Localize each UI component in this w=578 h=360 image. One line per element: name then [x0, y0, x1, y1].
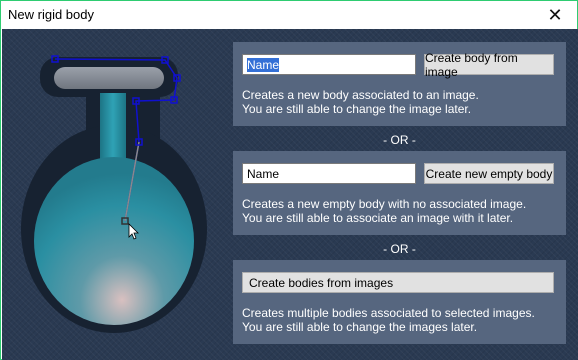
description-line: You are still able to change the images … — [242, 320, 478, 334]
create-body-from-image-button[interactable]: Create body from image — [424, 51, 554, 79]
image-preview — [2, 29, 232, 360]
description-line: Creates multiple bodies associated to se… — [242, 306, 535, 320]
create-empty-body-panel: Name Create new empty body Creates a new… — [233, 151, 566, 235]
title-bar: New rigid body ✕ — [1, 1, 577, 29]
dialog-window: New rigid body ✕ Name Create body from i… — [0, 0, 578, 360]
dialog-content: Name Create body from image Creates a ne… — [2, 29, 578, 360]
create-empty-description: Creates a new empty body with no associa… — [242, 197, 526, 225]
flask-cap — [54, 67, 164, 89]
selected-name-text: Name — [247, 58, 280, 72]
create-from-image-panel: Name Create body from image Creates a ne… — [233, 42, 566, 126]
name-text: Name — [247, 167, 280, 181]
body-name-input-image[interactable]: Name — [242, 54, 416, 75]
create-multiple-description: Creates multiple bodies associated to se… — [242, 306, 535, 334]
close-button[interactable]: ✕ — [533, 1, 577, 29]
create-bodies-from-images-panel: Create bodies from images Creates multip… — [233, 260, 566, 344]
close-icon: ✕ — [547, 4, 563, 25]
create-new-empty-body-button[interactable]: Create new empty body — [424, 163, 554, 184]
description-line: Creates a new empty body with no associa… — [242, 197, 527, 211]
create-from-image-description: Creates a new body associated to an imag… — [242, 88, 479, 116]
description-line: Creates a new body associated to an imag… — [242, 88, 479, 102]
flask-bulb — [34, 157, 194, 325]
or-separator: - OR - — [383, 242, 416, 256]
create-bodies-from-images-button[interactable]: Create bodies from images — [242, 272, 554, 293]
description-line: You are still able to change the image l… — [242, 102, 472, 116]
body-name-input-empty[interactable]: Name — [242, 163, 416, 184]
description-line: You are still able to associate an image… — [242, 211, 514, 225]
or-separator: - OR - — [383, 133, 416, 147]
window-title: New rigid body — [8, 7, 94, 22]
flask-preview-image — [21, 55, 207, 333]
